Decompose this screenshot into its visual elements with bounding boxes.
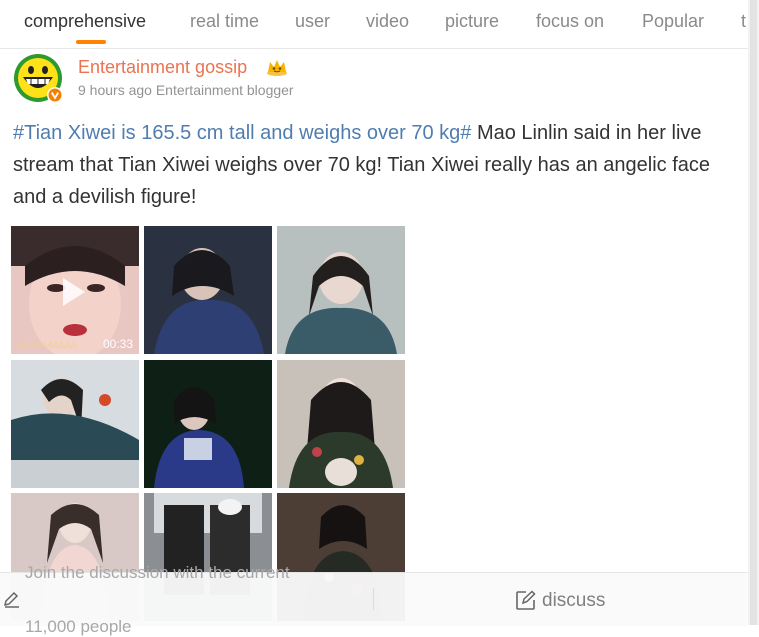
tab-popular[interactable]: Popular: [642, 11, 704, 32]
scrollbar-thumb[interactable]: [750, 0, 757, 625]
active-tab-indicator: [76, 40, 106, 44]
tab-video[interactable]: video: [366, 11, 409, 32]
post-time[interactable]: 9 hours ago: [78, 82, 152, 98]
image-thumbnail[interactable]: [277, 226, 405, 354]
tab-real-time[interactable]: real time: [190, 11, 259, 32]
play-icon[interactable]: [63, 278, 85, 306]
author-name[interactable]: Entertainment gossip: [78, 57, 247, 78]
post-text: #Tian Xiwei is 165.5 cm tall and weighs …: [13, 117, 738, 213]
image-thumbnail[interactable]: [144, 360, 272, 488]
image-thumbnail[interactable]: [277, 360, 405, 488]
video-thumbnail[interactable]: ◬◬◬◬◬◬◬◬◬◬ 00:33: [11, 226, 139, 354]
author-desc: Entertainment blogger: [155, 82, 294, 98]
search-tabs: comprehensive real time user video pictu…: [0, 0, 748, 49]
image-thumbnail[interactable]: [144, 226, 272, 354]
video-duration: 00:33: [102, 337, 133, 351]
discuss-button[interactable]: discuss: [542, 590, 605, 612]
bottom-divider: [373, 588, 374, 610]
avatar[interactable]: [13, 53, 63, 103]
verified-badge-icon: [47, 87, 63, 103]
image-thumbnail[interactable]: [11, 360, 139, 488]
comment-input-placeholder[interactable]: Join the discussion with the current: [25, 563, 290, 583]
tab-focus-on[interactable]: focus on: [536, 11, 604, 32]
tab-picture[interactable]: picture: [445, 11, 499, 32]
post-meta: 9 hours ago Entertainment blogger: [78, 82, 294, 98]
video-badge: ◬◬◬◬◬◬◬◬◬◬: [17, 339, 77, 349]
scrollbar[interactable]: [748, 0, 759, 625]
tab-user[interactable]: user: [295, 11, 330, 32]
crown-icon: [267, 60, 287, 76]
edit-icon[interactable]: [2, 590, 22, 610]
discuss-icon[interactable]: [515, 590, 536, 611]
tab-comprehensive[interactable]: comprehensive: [24, 11, 146, 32]
tab-topic[interactable]: t: [741, 11, 746, 32]
topic-link[interactable]: #Tian Xiwei is 165.5 cm tall and weighs …: [13, 122, 471, 144]
comment-input-placeholder-count[interactable]: 11,000 people: [25, 617, 132, 637]
